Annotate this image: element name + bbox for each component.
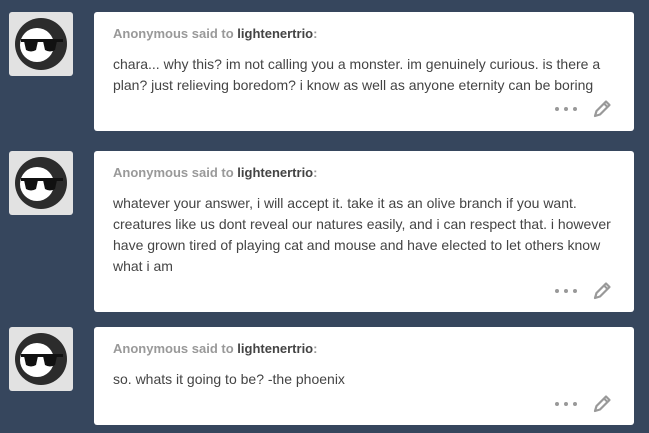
asker-name: Anonymous: [113, 26, 189, 41]
anonymous-sunglasses-avatar-icon: [15, 18, 67, 70]
ask-card: Anonymous said to lightenertrio: so. wha…: [94, 327, 634, 425]
anonymous-sunglasses-avatar-icon: [15, 333, 67, 385]
asker-colon: :: [313, 165, 318, 180]
ellipsis-icon: [555, 289, 559, 293]
question-text: so. whats it going to be? -the phoenix: [113, 371, 345, 387]
asker-name: Anonymous: [113, 341, 189, 356]
pencil-icon[interactable]: [591, 280, 613, 302]
avatar[interactable]: [9, 327, 73, 391]
question-text: chara... why this? im not calling you a …: [113, 56, 601, 93]
pencil-icon[interactable]: [591, 98, 613, 120]
more-options-button[interactable]: [555, 396, 577, 412]
asker-name: Anonymous: [113, 165, 189, 180]
blog-name-link[interactable]: lightenertrio: [237, 165, 313, 180]
more-options-button[interactable]: [555, 283, 577, 299]
anonymous-sunglasses-avatar-icon: [15, 157, 67, 209]
ask-card: Anonymous said to lightenertrio: whateve…: [94, 151, 634, 312]
asker-line: Anonymous said to lightenertrio:: [113, 26, 317, 41]
question-text: whatever your answer, i will accept it. …: [113, 195, 611, 274]
said-to-text: said to: [191, 341, 234, 356]
pencil-icon[interactable]: [591, 393, 613, 415]
ask-card: Anonymous said to lightenertrio: chara..…: [94, 12, 634, 131]
asker-line: Anonymous said to lightenertrio:: [113, 165, 317, 180]
asker-line: Anonymous said to lightenertrio:: [113, 341, 317, 356]
more-options-button[interactable]: [555, 101, 577, 117]
avatar[interactable]: [9, 151, 73, 215]
asker-colon: :: [313, 341, 318, 356]
blog-name-link[interactable]: lightenertrio: [237, 26, 313, 41]
said-to-text: said to: [191, 26, 234, 41]
ellipsis-icon: [555, 402, 559, 406]
ellipsis-icon: [555, 107, 559, 111]
said-to-text: said to: [191, 165, 234, 180]
blog-name-link[interactable]: lightenertrio: [237, 341, 313, 356]
avatar[interactable]: [9, 12, 73, 76]
asker-colon: :: [313, 26, 318, 41]
